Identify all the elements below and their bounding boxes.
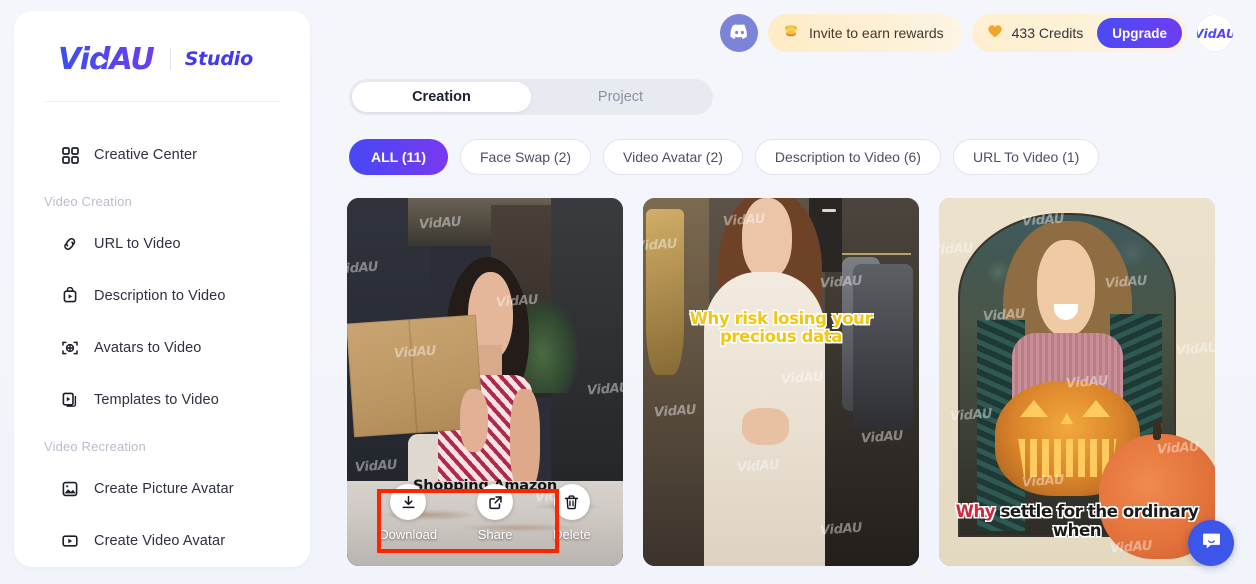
- sidebar-group-video-creation: Video Creation: [44, 194, 132, 209]
- filter-face-swap[interactable]: Face Swap (2): [459, 139, 592, 175]
- trash-icon: [553, 484, 590, 520]
- video-card-grid: VidAU VidAU VidAU VidAU VidAU VidAU VidA…: [347, 198, 1215, 566]
- filter-description-to-video[interactable]: Description to Video (6): [754, 139, 941, 175]
- brand: VidAU Studio: [14, 11, 310, 81]
- download-label: Download: [379, 527, 438, 542]
- sidebar-item-label: Creative Center: [94, 147, 198, 163]
- video-thumbnail: [643, 198, 919, 566]
- filter-pills: ALL (11) Face Swap (2) Video Avatar (2) …: [349, 139, 1100, 175]
- video-thumbnail: [939, 198, 1215, 566]
- upgrade-button[interactable]: Upgrade: [1097, 18, 1182, 48]
- sidebar-item-label: URL to Video: [94, 236, 181, 252]
- script-icon: [60, 286, 80, 306]
- download-button[interactable]: Download: [379, 484, 437, 542]
- sidebar-item-description-to-video[interactable]: Description to Video: [60, 279, 310, 313]
- sidebar-group-video-recreation: Video Recreation: [44, 439, 146, 454]
- avatar-label: VidAU: [1196, 25, 1234, 41]
- app-root: VidAU Studio Creative Center Video Creat…: [0, 0, 1256, 584]
- delete-button[interactable]: Delete: [553, 484, 591, 542]
- sidebar-item-label: Description to Video: [94, 288, 226, 304]
- credits-label: 433 Credits: [1011, 25, 1084, 41]
- filter-video-avatar[interactable]: Video Avatar (2): [603, 139, 743, 175]
- view-tabs: Creation Project: [349, 79, 713, 115]
- discord-icon: [729, 20, 750, 46]
- link-icon: [60, 234, 80, 254]
- credits-pill: 433 Credits Upgrade: [971, 14, 1186, 52]
- topbar: Invite to earn rewards 433 Credits Upgra…: [720, 14, 1234, 52]
- sidebar-item-create-video-avatar[interactable]: Create Video Avatar: [60, 524, 310, 558]
- chat-widget-button[interactable]: [1188, 520, 1234, 566]
- sidebar-item-creative-center[interactable]: Creative Center: [60, 138, 310, 172]
- chat-bubble-icon: [1200, 529, 1223, 557]
- sidebar-item-create-picture-avatar[interactable]: Create Picture Avatar: [60, 472, 310, 506]
- sidebar-item-label: Avatars to Video: [94, 340, 202, 356]
- delete-label: Delete: [553, 527, 591, 542]
- invite-label: Invite to earn rewards: [809, 25, 944, 41]
- invite-to-earn-rewards-button[interactable]: Invite to earn rewards: [768, 14, 962, 52]
- sidebar-item-label: Templates to Video: [94, 392, 219, 408]
- sidebar-item-templates-to-video[interactable]: Templates to Video: [60, 383, 310, 417]
- sidebar-item-label: Create Picture Avatar: [94, 481, 234, 497]
- video-card[interactable]: VidAU VidAU VidAU VidAU VidAU VidAU VidA…: [643, 198, 919, 566]
- avatar-frame-icon: [60, 338, 80, 358]
- user-avatar[interactable]: VidAU: [1196, 14, 1234, 52]
- brand-logo: VidAU: [58, 41, 155, 77]
- brand-divider: [169, 48, 171, 70]
- heart-coin-icon: [986, 22, 1004, 45]
- video-icon: [60, 531, 80, 551]
- share-icon: [477, 484, 514, 520]
- sidebar-item-url-to-video[interactable]: URL to Video: [60, 227, 310, 261]
- card-hover-actions: Download Share Delete: [347, 470, 623, 566]
- grid-icon: [60, 145, 80, 165]
- share-label: Share: [477, 527, 513, 542]
- brand-product-name: Studio: [184, 48, 253, 70]
- sidebar: VidAU Studio Creative Center Video Creat…: [14, 11, 310, 567]
- sidebar-item-avatars-to-video[interactable]: Avatars to Video: [60, 331, 310, 365]
- filter-url-to-video[interactable]: URL To Video (1): [952, 139, 1100, 175]
- share-button[interactable]: Share: [477, 484, 514, 542]
- discord-button[interactable]: [720, 14, 759, 52]
- download-icon: [390, 484, 427, 520]
- templates-icon: [60, 390, 80, 410]
- video-card[interactable]: VidAU VidAU VidAU VidAU VidAU VidAU VidA…: [347, 198, 623, 566]
- filter-all[interactable]: ALL (11): [349, 139, 448, 175]
- tab-creation[interactable]: Creation: [352, 82, 531, 112]
- sidebar-item-label: Create Video Avatar: [94, 533, 226, 549]
- tab-project[interactable]: Project: [531, 82, 710, 112]
- image-icon: [60, 479, 80, 499]
- video-card[interactable]: VidAU VidAU VidAU VidAU VidAU VidAU VidA…: [939, 198, 1215, 566]
- coins-icon: [782, 22, 800, 45]
